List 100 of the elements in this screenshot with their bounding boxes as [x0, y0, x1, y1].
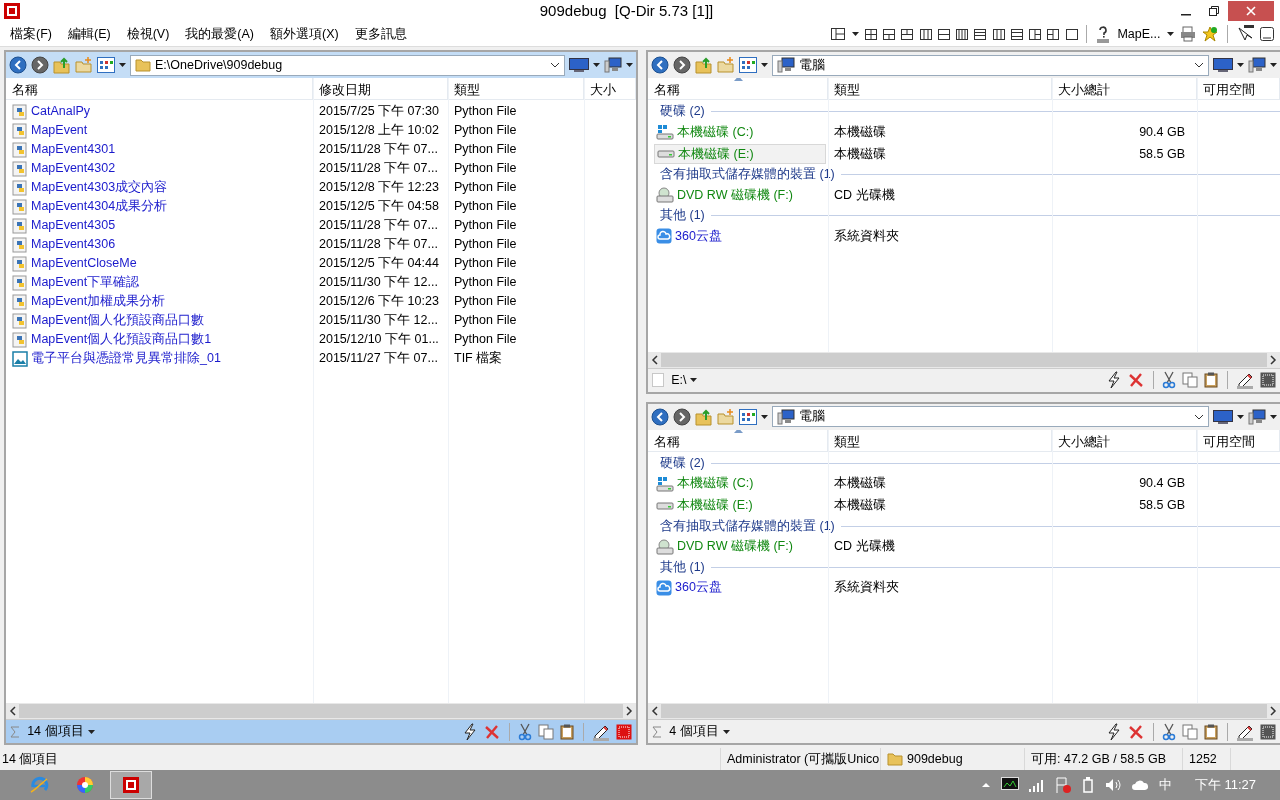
caret-icon[interactable]: [722, 729, 730, 734]
back-icon[interactable]: [651, 56, 669, 74]
grid-icon[interactable]: [616, 723, 632, 740]
group-header[interactable]: 其他 (1): [660, 206, 705, 225]
taskbar-button[interactable]: [110, 771, 152, 799]
caret-icon[interactable]: [1237, 414, 1244, 419]
address-field[interactable]: 電腦: [772, 54, 1209, 76]
monitor-icon[interactable]: [1213, 409, 1233, 424]
lightning-icon[interactable]: [1106, 371, 1122, 389]
clipboard-icon[interactable]: [1204, 372, 1219, 388]
layout-icon[interactable]: [1029, 28, 1042, 40]
menu-item[interactable]: 檢視(V): [120, 24, 176, 44]
menu-item[interactable]: 檔案(F): [4, 24, 58, 44]
caret-icon[interactable]: [1166, 32, 1174, 36]
layout-icon[interactable]: [937, 28, 950, 40]
scissors-icon[interactable]: [517, 722, 532, 741]
caret-icon[interactable]: [690, 378, 698, 382]
group-header[interactable]: 硬碟 (2): [660, 453, 705, 473]
clipboard-icon[interactable]: [560, 723, 575, 740]
cloud-icon[interactable]: [1131, 779, 1150, 791]
address-field[interactable]: 電腦: [772, 406, 1209, 427]
view-icon[interactable]: [97, 57, 115, 73]
group-header[interactable]: 硬碟 (2): [660, 102, 705, 121]
caret-icon[interactable]: [1237, 63, 1244, 67]
layout-icon[interactable]: [1065, 28, 1078, 40]
delete-icon[interactable]: [484, 723, 501, 740]
speaker-icon[interactable]: [1105, 778, 1122, 792]
drive-item[interactable]: 本機磁碟 (E:): [654, 143, 826, 165]
item-count[interactable]: 4 個項目: [669, 722, 719, 741]
computer-icon[interactable]: [604, 57, 622, 73]
profile-dropdown[interactable]: MapE...: [1117, 24, 1161, 44]
caret-icon[interactable]: [87, 729, 95, 734]
copy-icon[interactable]: [1182, 723, 1198, 740]
layout-icon[interactable]: [974, 28, 987, 40]
layout-icon[interactable]: [919, 28, 932, 40]
column-header[interactable]: 可用空間: [1197, 429, 1280, 451]
grid-icon[interactable]: [1260, 723, 1276, 740]
scissors-icon[interactable]: [1161, 371, 1176, 389]
item-count[interactable]: E:\: [671, 370, 687, 390]
chevron-up-icon[interactable]: [981, 782, 992, 788]
group-header[interactable]: 含有抽取式儲存媒體的裝置 (1): [660, 165, 835, 184]
lightning-icon[interactable]: [462, 722, 478, 741]
drive-item[interactable]: 360云盘: [654, 226, 828, 246]
group-header[interactable]: 含有抽取式儲存媒體的裝置 (1): [660, 516, 835, 536]
drive-item[interactable]: DVD RW 磁碟機 (F:): [654, 537, 828, 556]
layout-icon[interactable]: [1047, 28, 1060, 40]
caret-icon[interactable]: [626, 63, 633, 67]
forward-icon[interactable]: [673, 56, 691, 74]
caret-icon[interactable]: [761, 414, 768, 419]
monitor-icon[interactable]: [569, 58, 589, 72]
menu-item[interactable]: 我的最愛(A): [179, 24, 260, 44]
column-header[interactable]: 大小總計: [1052, 429, 1197, 451]
caret-icon[interactable]: [761, 63, 768, 67]
layout-icon[interactable]: [831, 28, 846, 40]
menu-item[interactable]: 額外選項(X): [264, 24, 345, 44]
forward-icon[interactable]: [673, 407, 691, 426]
monitor-icon[interactable]: [1001, 777, 1020, 793]
computer-icon[interactable]: [1248, 57, 1266, 73]
caret-icon[interactable]: [593, 63, 600, 67]
drive-item[interactable]: 360云盘: [654, 578, 828, 597]
caret-icon[interactable]: [1270, 414, 1277, 419]
monitor-icon[interactable]: [1213, 58, 1233, 72]
address-field[interactable]: E:\OneDrive\909debug: [130, 54, 565, 76]
column-header[interactable]: 大小總計: [1052, 78, 1197, 99]
column-header[interactable]: 名稱: [648, 429, 828, 451]
scissors-icon[interactable]: [1161, 722, 1176, 741]
column-header[interactable]: 可用空間: [1197, 78, 1280, 99]
flag-icon[interactable]: [1055, 777, 1072, 793]
horizontal-scrollbar[interactable]: [6, 703, 636, 719]
signal-icon[interactable]: [1029, 778, 1046, 792]
forward-icon[interactable]: [31, 56, 49, 74]
item-count[interactable]: 14 個項目: [27, 722, 84, 741]
delete-icon[interactable]: [1128, 372, 1145, 388]
drive-item[interactable]: 本機磁碟 (C:): [654, 474, 828, 493]
column-header[interactable]: 名稱: [6, 78, 313, 99]
column-header[interactable]: 名稱: [648, 78, 828, 99]
layout-icon[interactable]: [956, 28, 969, 40]
back-icon[interactable]: [9, 56, 27, 74]
printer-icon[interactable]: [1180, 26, 1196, 42]
caret-icon[interactable]: [119, 63, 126, 67]
chevron-down-icon[interactable]: [550, 62, 560, 68]
layout-icon[interactable]: [864, 28, 877, 40]
clipboard-icon[interactable]: [1204, 723, 1219, 740]
column-header[interactable]: 修改日期: [313, 78, 448, 99]
column-header[interactable]: 類型: [828, 78, 1052, 99]
back-icon[interactable]: [651, 407, 669, 426]
view-icon[interactable]: [739, 408, 757, 425]
window-icon[interactable]: [1260, 27, 1274, 41]
lightning-icon[interactable]: [1106, 722, 1122, 741]
menu-item[interactable]: 編輯(E): [61, 24, 117, 44]
column-header[interactable]: 大小: [584, 78, 636, 99]
caret-icon[interactable]: [851, 32, 859, 36]
caret-icon[interactable]: [1270, 63, 1277, 67]
layout-icon[interactable]: [992, 28, 1005, 40]
group-header[interactable]: 其他 (1): [660, 557, 705, 577]
drive-item[interactable]: 本機磁碟 (C:): [654, 122, 828, 142]
pen-icon[interactable]: [1235, 371, 1254, 389]
column-header[interactable]: 類型: [828, 429, 1052, 451]
computer-icon[interactable]: [1248, 408, 1266, 425]
copy-icon[interactable]: [1182, 372, 1198, 388]
